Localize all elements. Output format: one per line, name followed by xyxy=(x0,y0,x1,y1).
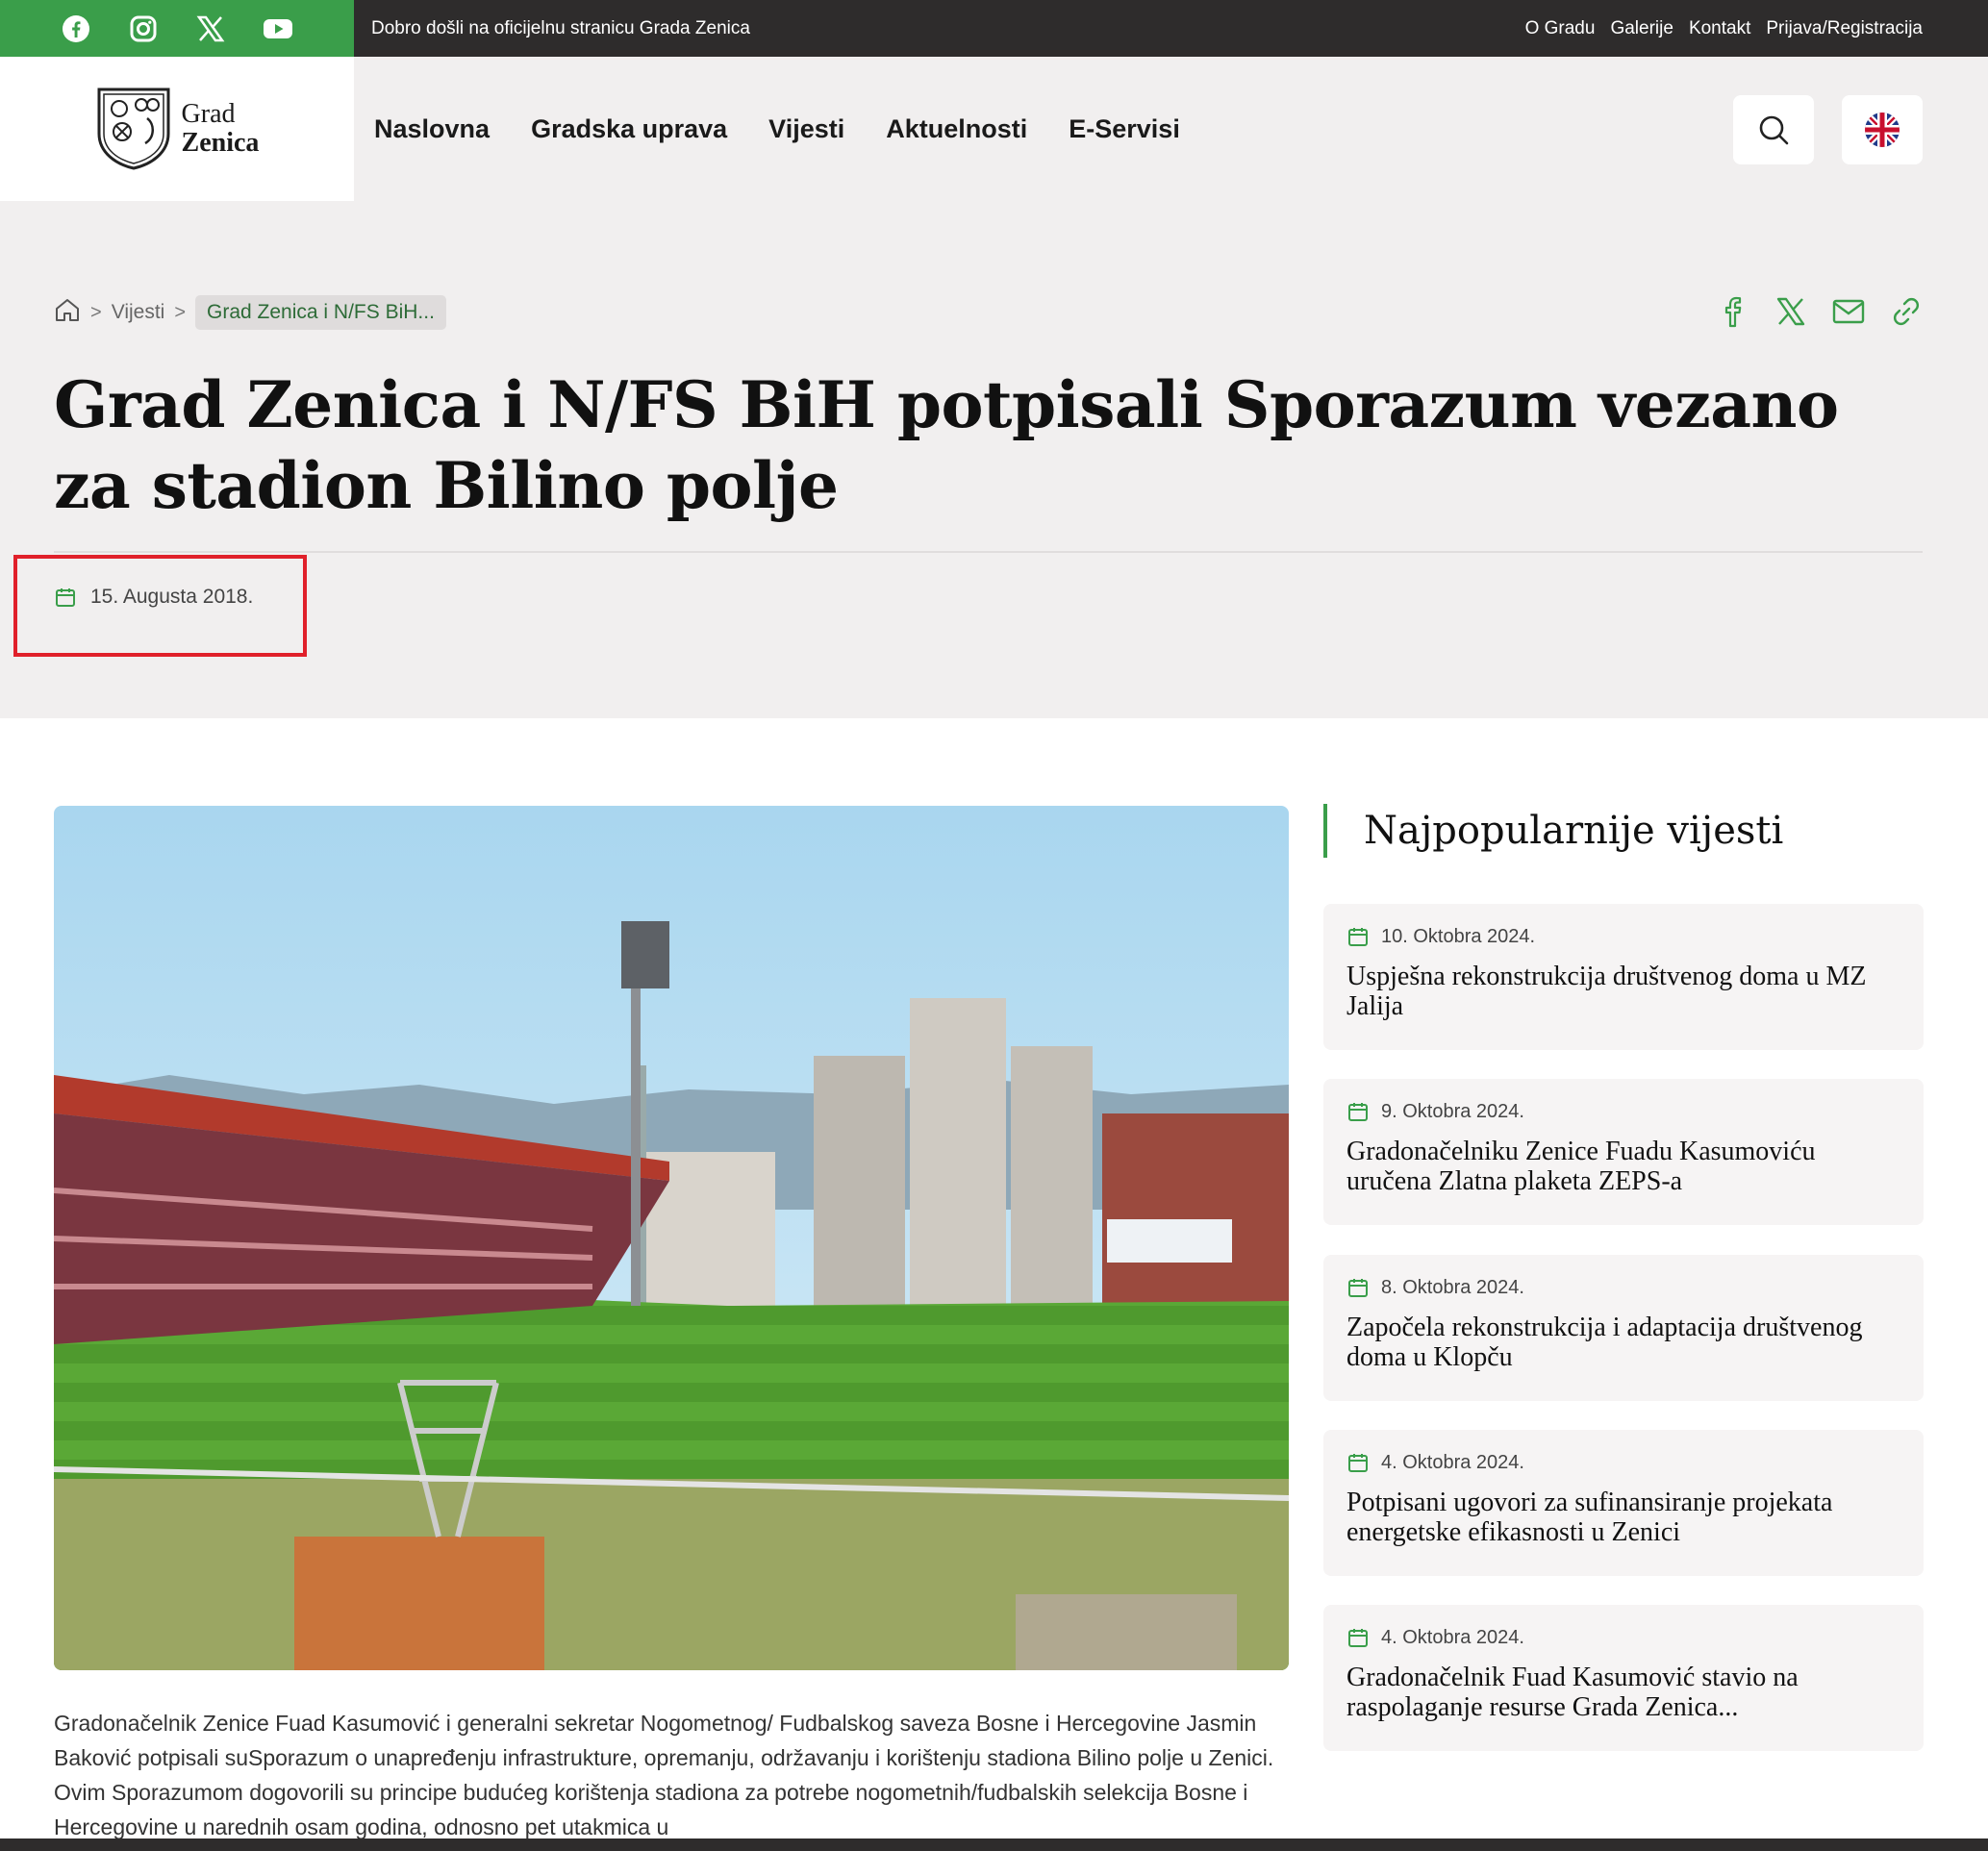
article-header: > Vijesti > Grad Zenica i N/FS BiH... Gr… xyxy=(0,201,1988,718)
main-header: Grad Zenica Naslovna Gradska uprava Vije… xyxy=(0,57,1988,201)
popular-news-card[interactable]: 4. Oktobra 2024. Potpisani ugovori za su… xyxy=(1323,1430,1924,1576)
nav-gradska-uprava[interactable]: Gradska uprava xyxy=(531,114,727,144)
top-link-galerije[interactable]: Galerije xyxy=(1610,18,1673,39)
facebook-icon[interactable] xyxy=(61,13,91,44)
article-title: Grad Zenica i N/FS BiH potpisali Sporazu… xyxy=(54,367,1839,523)
popular-news-card[interactable]: 4. Oktobra 2024. Gradonačelnik Fuad Kasu… xyxy=(1323,1605,1924,1751)
article-image xyxy=(54,806,1289,1670)
logo-line-2: Zenica xyxy=(181,128,260,158)
popular-news-card[interactable]: 10. Oktobra 2024. Uspješna rekonstrukcij… xyxy=(1323,904,1924,1050)
breadcrumb-separator: > xyxy=(90,301,102,323)
card-date: 9. Oktobra 2024. xyxy=(1346,1100,1900,1123)
popular-news-card[interactable]: 9. Oktobra 2024. Gradonačelniku Zenice F… xyxy=(1323,1079,1924,1225)
top-links: O Gradu Galerije Kontakt Prijava/Registr… xyxy=(1525,18,1923,39)
social-links xyxy=(0,0,354,57)
top-link-kontakt[interactable]: Kontakt xyxy=(1689,18,1750,39)
logo-line-1: Grad xyxy=(181,99,236,129)
nav-e-servisi[interactable]: E-Servisi xyxy=(1069,114,1180,144)
uk-flag-icon xyxy=(1865,113,1900,147)
calendar-icon xyxy=(1348,1454,1368,1472)
logo-text: Grad Zenica xyxy=(182,100,260,158)
top-link-prijava[interactable]: Prijava/Registracija xyxy=(1766,18,1923,39)
card-date: 4. Oktobra 2024. xyxy=(1346,1626,1900,1649)
calendar-icon xyxy=(1348,1629,1368,1647)
search-icon xyxy=(1759,115,1789,145)
home-icon[interactable] xyxy=(54,296,81,329)
site-logo[interactable]: Grad Zenica xyxy=(0,57,354,201)
breadcrumb-vijesti[interactable]: Vijesti xyxy=(112,301,165,324)
card-date: 10. Oktobra 2024. xyxy=(1346,925,1900,948)
share-buttons xyxy=(1717,295,1923,328)
language-button[interactable] xyxy=(1842,95,1923,164)
card-date-text: 9. Oktobra 2024. xyxy=(1381,1100,1524,1122)
article-body: Gradonačelnik Zenice Fuad Kasumović i ge… xyxy=(54,1711,1274,1839)
bottom-bar xyxy=(0,1838,1988,1851)
breadcrumb-separator: > xyxy=(174,301,187,323)
card-title[interactable]: Potpisani ugovori za sufinansiranje proj… xyxy=(1346,1488,1900,1547)
popular-news-title: Najpopularnije vijesti xyxy=(1323,804,1783,858)
welcome-text: Dobro došli na oficijelnu stranicu Grada… xyxy=(371,17,750,38)
card-title[interactable]: Gradonačelnik Fuad Kasumović stavio na r… xyxy=(1346,1663,1900,1722)
coat-of-arms-icon xyxy=(97,88,170,170)
nav-aktuelnosti[interactable]: Aktuelnosti xyxy=(886,114,1027,144)
card-date-text: 10. Oktobra 2024. xyxy=(1381,925,1536,947)
card-title[interactable]: Uspješna rekonstrukcija društvenog doma … xyxy=(1346,962,1900,1021)
instagram-icon[interactable] xyxy=(128,13,159,44)
breadcrumb-current: Grad Zenica i N/FS BiH... xyxy=(195,295,446,330)
x-icon[interactable] xyxy=(1774,295,1807,328)
mail-icon[interactable] xyxy=(1832,295,1865,328)
date-highlight-box xyxy=(13,555,307,657)
card-date: 8. Oktobra 2024. xyxy=(1346,1276,1900,1299)
card-date-text: 4. Oktobra 2024. xyxy=(1381,1451,1524,1473)
calendar-icon xyxy=(1348,928,1368,946)
breadcrumb: > Vijesti > Grad Zenica i N/FS BiH... xyxy=(54,295,446,330)
facebook-icon[interactable] xyxy=(1717,295,1749,328)
youtube-icon[interactable] xyxy=(263,13,293,44)
x-icon[interactable] xyxy=(195,13,226,44)
calendar-icon xyxy=(1348,1103,1368,1121)
main-nav: Naslovna Gradska uprava Vijesti Aktuelno… xyxy=(374,57,1180,201)
link-icon[interactable] xyxy=(1890,295,1923,328)
calendar-icon xyxy=(1348,1279,1368,1297)
top-bar: Dobro došli na oficijelnu stranicu Grada… xyxy=(0,0,1988,57)
popular-news-card[interactable]: 8. Oktobra 2024. Započela rekonstrukcija… xyxy=(1323,1255,1924,1401)
card-title[interactable]: Gradonačelniku Zenice Fuadu Kasumoviću u… xyxy=(1346,1137,1900,1196)
card-date: 4. Oktobra 2024. xyxy=(1346,1451,1900,1474)
top-link-o-gradu[interactable]: O Gradu xyxy=(1525,18,1596,39)
card-title[interactable]: Započela rekonstrukcija i adaptacija dru… xyxy=(1346,1313,1900,1372)
card-date-text: 8. Oktobra 2024. xyxy=(1381,1276,1524,1298)
search-button[interactable] xyxy=(1733,95,1814,164)
nav-vijesti[interactable]: Vijesti xyxy=(768,114,844,144)
title-divider xyxy=(54,551,1923,553)
nav-naslovna[interactable]: Naslovna xyxy=(374,114,490,144)
card-date-text: 4. Oktobra 2024. xyxy=(1381,1626,1524,1648)
